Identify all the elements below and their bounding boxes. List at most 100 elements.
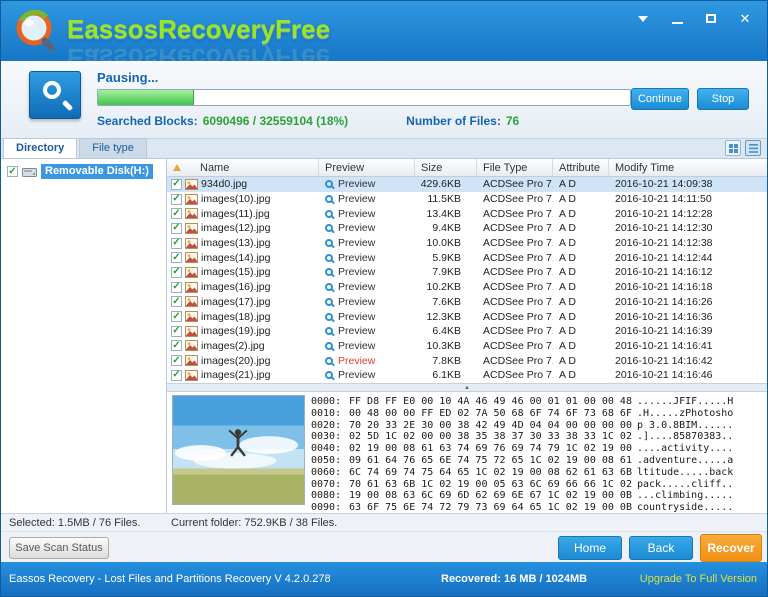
continue-button[interactable]: Continue [631, 88, 689, 110]
window-menu-icon[interactable] [635, 11, 651, 26]
preview-link[interactable]: Preview [319, 281, 415, 293]
file-modify-time: 2016-10-21 14:16:12 [615, 266, 713, 279]
preview-link[interactable]: Preview [319, 355, 415, 367]
hex-offset: 0020: [311, 419, 342, 431]
checkbox-checked-icon[interactable] [7, 166, 18, 177]
magnifier-icon [325, 224, 333, 233]
save-scan-status-button[interactable]: Save Scan Status [9, 537, 109, 559]
checkbox-checked-icon[interactable] [171, 222, 182, 234]
table-row[interactable]: images(21).jpg Preview 6.1KB ACDSee Pro … [167, 368, 767, 383]
checkbox-checked-icon[interactable] [171, 369, 182, 381]
checkbox-checked-icon[interactable] [171, 311, 182, 323]
checkbox-checked-icon[interactable] [171, 296, 182, 308]
column-header-attribute[interactable]: Attribute [553, 159, 609, 176]
hex-bytes: 09 61 64 76 65 6E 74 75 72 65 1C 02 19 0… [349, 454, 632, 466]
hex-bytes: 19 00 08 63 6C 69 6D 62 69 6E 67 1C 02 1… [349, 490, 632, 502]
column-header-name[interactable]: Name [167, 159, 319, 176]
upgrade-link[interactable]: Upgrade To Full Version [640, 573, 757, 585]
preview-link[interactable]: Preview [319, 193, 415, 205]
column-header-modify-time[interactable]: Modify Time [609, 159, 767, 176]
minimize-icon[interactable] [669, 11, 685, 26]
table-row[interactable]: images(10).jpg Preview 11.5KB ACDSee Pro… [167, 192, 767, 207]
checkbox-checked-icon[interactable] [171, 252, 182, 264]
table-row[interactable]: images(16).jpg Preview 10.2KB ACDSee Pro… [167, 280, 767, 295]
checkbox-checked-icon[interactable] [171, 178, 182, 190]
table-row[interactable]: 934d0.jpg Preview 429.6KB ACDSee Pro 7..… [167, 177, 767, 192]
checkbox-checked-icon[interactable] [171, 208, 182, 220]
preview-link[interactable]: Preview [319, 325, 415, 337]
hex-ascii: ltitude.....back [637, 466, 734, 478]
column-header-preview[interactable]: Preview [319, 159, 415, 176]
number-of-files-label: Number of Files: [406, 114, 501, 128]
searched-blocks-value: 6090496 / 32559104 (18%) [202, 114, 349, 128]
table-row[interactable]: images(11).jpg Preview 13.4KB ACDSee Pro… [167, 206, 767, 221]
close-icon[interactable] [737, 11, 753, 26]
preview-label: Preview [338, 295, 376, 308]
preview-label: Preview [338, 281, 376, 294]
table-row[interactable]: images(13).jpg Preview 10.0KB ACDSee Pro… [167, 236, 767, 251]
panel-splitter[interactable] [167, 383, 767, 392]
preview-link[interactable]: Preview [319, 296, 415, 308]
file-type: ACDSee Pro 7... [483, 339, 553, 352]
checkbox-checked-icon[interactable] [171, 281, 182, 293]
file-list-panel: Name Preview Size File Type Attribute Mo… [167, 159, 767, 513]
table-row[interactable]: images(17).jpg Preview 7.6KB ACDSee Pro … [167, 295, 767, 310]
preview-link[interactable]: Preview [319, 369, 415, 381]
checkbox-checked-icon[interactable] [171, 266, 182, 278]
list-view-icon[interactable] [745, 140, 761, 156]
recovered-label: Recovered: [441, 573, 501, 585]
table-row[interactable]: images(14).jpg Preview 5.9KB ACDSee Pro … [167, 250, 767, 265]
table-row[interactable]: images(15).jpg Preview 7.9KB ACDSee Pro … [167, 265, 767, 280]
preview-link[interactable]: Preview [319, 266, 415, 278]
hex-offset: 0090: [311, 502, 342, 513]
maximize-icon[interactable] [703, 11, 719, 26]
table-row[interactable]: images(2).jpg Preview 10.3KB ACDSee Pro … [167, 339, 767, 354]
preview-link[interactable]: Preview [319, 252, 415, 264]
tab-file-type[interactable]: File type [79, 138, 147, 158]
preview-link[interactable]: Preview [319, 311, 415, 323]
hex-ascii: .H.....zPhotosho [637, 407, 734, 419]
preview-label: Preview [338, 369, 376, 382]
preview-label: Preview [338, 266, 376, 279]
file-modify-time: 2016-10-21 14:16:26 [615, 295, 713, 308]
collapse-up-icon[interactable] [448, 384, 486, 391]
preview-link[interactable]: Preview [319, 340, 415, 352]
recover-button[interactable]: Recover [700, 534, 762, 562]
thumbnail-view-icon[interactable] [725, 140, 741, 156]
preview-link[interactable]: Preview [319, 178, 415, 190]
table-row[interactable]: images(12).jpg Preview 9.4KB ACDSee Pro … [167, 221, 767, 236]
file-name: images(17).jpg [201, 295, 271, 308]
checkbox-checked-icon[interactable] [171, 340, 182, 352]
image-file-icon [185, 222, 198, 234]
preview-link[interactable]: Preview [319, 208, 415, 220]
scan-status-text: Pausing... [97, 70, 159, 85]
preview-link[interactable]: Preview [319, 237, 415, 249]
tab-directory[interactable]: Directory [3, 138, 78, 158]
column-header-size[interactable]: Size [415, 159, 477, 176]
table-row[interactable]: images(20).jpg Preview 7.8KB ACDSee Pro … [167, 353, 767, 368]
stop-button[interactable]: Stop [697, 88, 749, 110]
checkbox-checked-icon[interactable] [171, 193, 182, 205]
file-type: ACDSee Pro 7... [483, 178, 553, 191]
table-row[interactable]: images(18).jpg Preview 12.3KB ACDSee Pro… [167, 309, 767, 324]
logo-icon [16, 9, 55, 51]
home-button[interactable]: Home [558, 536, 622, 560]
file-size: 7.8KB [432, 354, 461, 367]
tree-item-removable-disk[interactable]: Removable Disk(H:) [1, 163, 166, 180]
checkbox-checked-icon[interactable] [171, 325, 182, 337]
hex-line: 0030: 02 5D 1C 02 00 00 38 35 38 37 30 3… [311, 431, 767, 443]
file-name: images(15).jpg [201, 266, 271, 279]
hex-bytes: 6C 74 69 74 75 64 65 1C 02 19 00 08 62 6… [349, 466, 632, 478]
current-folder-summary: Current folder: 752.9KB / 38 Files. [171, 516, 338, 529]
preview-link[interactable]: Preview [319, 222, 415, 234]
back-button[interactable]: Back [629, 536, 693, 560]
file-type: ACDSee Pro 7... [483, 354, 553, 367]
column-header-file-type[interactable]: File Type [477, 159, 553, 176]
hex-ascii: .adventure.....a [637, 454, 734, 466]
table-row[interactable]: images(19).jpg Preview 6.4KB ACDSee Pro … [167, 324, 767, 339]
checkbox-checked-icon[interactable] [171, 237, 182, 249]
checkbox-checked-icon[interactable] [171, 355, 182, 367]
action-bar: Save Scan Status Home Back Recover [1, 531, 767, 564]
preview-label: Preview [338, 339, 376, 352]
image-file-icon [185, 281, 198, 293]
